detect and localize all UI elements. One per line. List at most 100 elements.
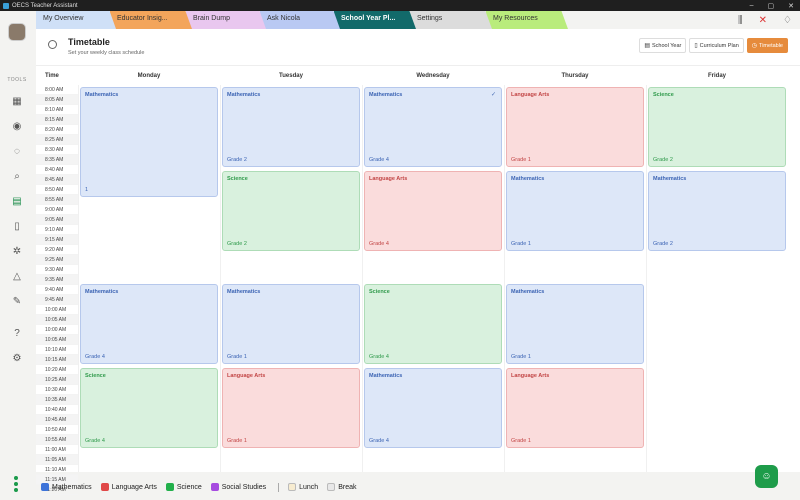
page-title: Timetable <box>68 37 110 47</box>
chat-icon[interactable]: ◌ <box>10 144 24 158</box>
bell-icon[interactable]: ♢ <box>783 15 792 26</box>
search-icon[interactable]: ⌕ <box>10 169 24 183</box>
legend-item-social-studies: Social Studies <box>210 483 266 491</box>
time-slot: 10:25 AM <box>36 375 78 385</box>
time-slot: 8:35 AM <box>36 155 78 165</box>
class-card[interactable]: Language Arts Grade 1 <box>222 368 360 448</box>
class-grade: Grade 2 <box>653 157 673 163</box>
view-label: School Year <box>652 42 682 49</box>
class-subject: Mathematics <box>653 176 687 182</box>
class-subject: Language Arts <box>227 373 266 379</box>
time-slot: 10:20 AM <box>36 365 78 375</box>
view-timetable-button[interactable]: ◷ Timetable <box>746 38 788 53</box>
class-subject: Science <box>653 92 674 98</box>
view-curriculum-plan-button[interactable]: ▯ Curriculum Plan <box>689 38 744 53</box>
legend-swatch <box>288 483 297 491</box>
avatar[interactable] <box>8 23 26 41</box>
minimize-icon[interactable]: – <box>750 2 754 10</box>
tab-3[interactable]: Brain Dump <box>186 11 266 29</box>
class-card[interactable]: Science Grade 2 <box>648 87 786 167</box>
timetable-header: Time Monday Tuesday Wednesday Thursday Frida… <box>36 70 800 85</box>
class-card[interactable]: Mathematics Grade 1 <box>506 171 644 251</box>
day-header-wednesday: Wednesday <box>416 73 450 79</box>
lightbulb-icon[interactable]: ◉ <box>10 119 24 133</box>
time-slot: 9:20 AM <box>36 245 78 255</box>
time-slot: 10:30 AM <box>36 385 78 395</box>
time-slot: 10:35 AM <box>36 395 78 405</box>
class-card[interactable]: Mathematics Grade 4 ✓ <box>364 87 502 167</box>
pen-icon[interactable]: ✎ <box>10 294 24 308</box>
assistant-fab-button[interactable]: ☺ <box>755 465 778 488</box>
book-icon: ▯ <box>694 43 698 49</box>
class-grade: Grade 2 <box>227 241 247 247</box>
class-card[interactable]: Mathematics Grade 2 <box>648 171 786 251</box>
view-label: Curriculum Plan <box>699 42 739 49</box>
class-card[interactable]: Mathematics Grade 1 <box>222 284 360 364</box>
time-slot: 8:20 AM <box>36 125 78 135</box>
menu-dots-icon[interactable] <box>14 476 18 492</box>
tab-7[interactable]: My Resources <box>486 11 568 29</box>
time-slot: 10:45 AM <box>36 415 78 425</box>
class-card[interactable]: Mathematics Grade 1 <box>506 284 644 364</box>
help-icon[interactable]: ? <box>10 326 24 340</box>
time-column: 8:00 AM 8:05 AM 8:10 AM 8:15 AM 8:20 AM 8:25 … <box>36 85 78 495</box>
class-card[interactable]: Mathematics Grade 4 <box>80 284 218 364</box>
class-grade: Grade 4 <box>369 354 389 360</box>
class-card[interactable]: Mathematics 1 <box>80 87 218 197</box>
grid-icon[interactable]: ▦ <box>10 94 24 108</box>
class-card[interactable]: Language Arts Grade 1 <box>506 87 644 167</box>
calendar-icon[interactable]: ▤ <box>10 194 24 208</box>
class-subject: Language Arts <box>369 176 408 182</box>
title-bar: OECS Teacher Assistant – ▢ ✕ <box>0 0 800 11</box>
day-header-tuesday: Tuesday <box>279 73 303 79</box>
class-grade: Grade 4 <box>369 157 389 163</box>
time-slot: 10:50 AM <box>36 425 78 435</box>
tab-6[interactable]: Settings <box>410 11 492 29</box>
tab-1[interactable]: My Overview <box>36 11 116 29</box>
tab-2[interactable]: Educator Insig... <box>110 11 192 29</box>
tab-4[interactable]: Ask Nicola <box>260 11 340 29</box>
book-icon[interactable]: ▯ <box>10 219 24 233</box>
close-tab-icon[interactable]: ✕ <box>759 15 767 26</box>
clock-icon: ◷ <box>751 43 758 49</box>
window-title: OECS Teacher Assistant <box>12 2 78 9</box>
subject-legend: Mathematics Language Arts Science Social St… <box>36 478 359 496</box>
legend-swatch <box>165 483 174 491</box>
time-slot: 9:35 AM <box>36 275 78 285</box>
legend-label: Break <box>338 483 357 491</box>
class-subject: Mathematics <box>227 289 261 295</box>
tab-5[interactable]: School Year Pl... <box>334 11 416 29</box>
class-card[interactable]: Science Grade 4 <box>364 284 502 364</box>
day-header-monday: Monday <box>137 73 161 79</box>
gear-icon[interactable]: ✲ <box>10 244 24 258</box>
time-slot: 10:00 AM <box>36 325 78 335</box>
class-card[interactable]: Language Arts Grade 4 <box>364 171 502 251</box>
class-grade: Grade 4 <box>369 438 389 444</box>
class-card[interactable]: Mathematics Grade 2 <box>222 87 360 167</box>
time-slot: 8:05 AM <box>36 95 78 105</box>
class-grade: Grade 1 <box>511 241 531 247</box>
time-slot: 9:30 AM <box>36 265 78 275</box>
time-slot: 9:40 AM <box>36 285 78 295</box>
class-card[interactable]: Science Grade 2 <box>222 171 360 251</box>
class-subject: Mathematics <box>85 92 119 98</box>
close-icon[interactable]: ✕ <box>788 2 794 10</box>
timetable-panel: Timetable Set your weekly class schedule… <box>36 29 800 495</box>
library-icon[interactable]: ⫼ <box>738 15 743 26</box>
class-grade: Grade 1 <box>227 438 247 444</box>
maximize-icon[interactable]: ▢ <box>768 2 775 10</box>
legend-item-mathematics: Mathematics <box>41 483 92 491</box>
flask-icon[interactable]: △ <box>10 269 24 283</box>
class-card[interactable]: Language Arts Grade 1 <box>506 368 644 448</box>
class-subject: Language Arts <box>511 92 550 98</box>
legend-item-science: Science <box>165 483 202 491</box>
class-card[interactable]: Mathematics Grade 4 <box>364 368 502 448</box>
time-slot: 11:05 AM <box>36 455 78 465</box>
view-school-year-button[interactable]: ▤ School Year <box>639 38 687 53</box>
legend-swatch <box>327 483 336 491</box>
time-slot: 9:05 AM <box>36 215 78 225</box>
class-card[interactable]: Science Grade 4 <box>80 368 218 448</box>
time-slot: 10:05 AM <box>36 335 78 345</box>
class-grade: Grade 1 <box>511 157 531 163</box>
settings-icon[interactable]: ⚙ <box>10 351 24 365</box>
